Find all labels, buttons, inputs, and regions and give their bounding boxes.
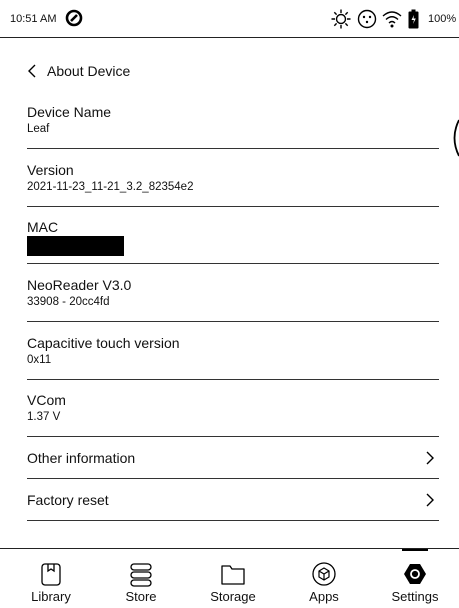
row-title: Device Name xyxy=(27,104,112,120)
row-title: VCom xyxy=(27,392,66,408)
library-icon xyxy=(41,563,61,586)
status-time: 10:51 AM xyxy=(10,13,57,25)
tab-label: Apps xyxy=(309,589,339,604)
chevron-right-icon xyxy=(426,451,434,464)
mac-address-redacted xyxy=(27,236,124,256)
vcom-row: VCom 1.37 V xyxy=(27,392,439,437)
row-title: Version xyxy=(27,162,74,178)
row-title: Capacitive touch version xyxy=(27,335,180,351)
row-title: NeoReader V3.0 xyxy=(27,277,132,293)
tab-apps[interactable]: Apps xyxy=(278,549,370,608)
row-value: 0x11 xyxy=(27,354,52,366)
row-title: MAC xyxy=(27,219,59,235)
row-value: 1.37 V xyxy=(27,411,61,423)
tab-storage[interactable]: Storage xyxy=(187,549,279,608)
side-scroll-handle[interactable] xyxy=(449,118,459,158)
tab-label: Settings xyxy=(391,589,439,604)
row-title: Other information xyxy=(27,449,136,466)
settings-icon xyxy=(404,564,426,584)
page-header[interactable]: About Device xyxy=(27,61,130,81)
other-information-row[interactable]: Other information xyxy=(27,437,439,479)
folder-icon xyxy=(221,565,245,585)
refresh-icon xyxy=(357,9,377,29)
row-value: 33908 - 20cc4fd xyxy=(27,296,110,308)
status-bar: 10:51 AM 100% xyxy=(0,0,459,38)
page-title: About Device xyxy=(47,63,131,79)
app-notification-icon xyxy=(65,9,83,27)
neoreader-row: NeoReader V3.0 33908 - 20cc4fd xyxy=(27,277,439,322)
back-arrow-icon[interactable] xyxy=(27,63,37,79)
wifi-icon xyxy=(382,11,402,28)
row-title: Factory reset xyxy=(27,491,109,508)
store-icon xyxy=(130,563,152,587)
factory-reset-row[interactable]: Factory reset xyxy=(27,479,439,521)
tab-label: Library xyxy=(31,589,71,604)
battery-percent: 100% xyxy=(428,13,457,25)
tab-library[interactable]: Library xyxy=(5,549,97,608)
battery-icon xyxy=(408,9,419,29)
tab-settings[interactable]: Settings xyxy=(369,549,459,608)
device-name-row[interactable]: Device Name Leaf xyxy=(27,104,439,149)
version-row: Version 2021-11-23_11-21_3.2_82354e2 xyxy=(27,162,439,207)
tab-label: Store xyxy=(125,589,157,604)
row-value: Leaf xyxy=(27,123,50,135)
capacitive-touch-row: Capacitive touch version 0x11 xyxy=(27,335,439,380)
apps-icon xyxy=(312,562,336,586)
mac-row: MAC xyxy=(27,219,439,264)
bottom-tab-bar: Library Store Storage Apps Settings xyxy=(0,548,459,608)
row-value: 2021-11-23_11-21_3.2_82354e2 xyxy=(27,181,194,193)
tab-store[interactable]: Store xyxy=(95,549,187,608)
chevron-right-icon xyxy=(426,493,434,506)
tab-label: Storage xyxy=(210,589,256,604)
brightness-icon xyxy=(331,9,351,29)
